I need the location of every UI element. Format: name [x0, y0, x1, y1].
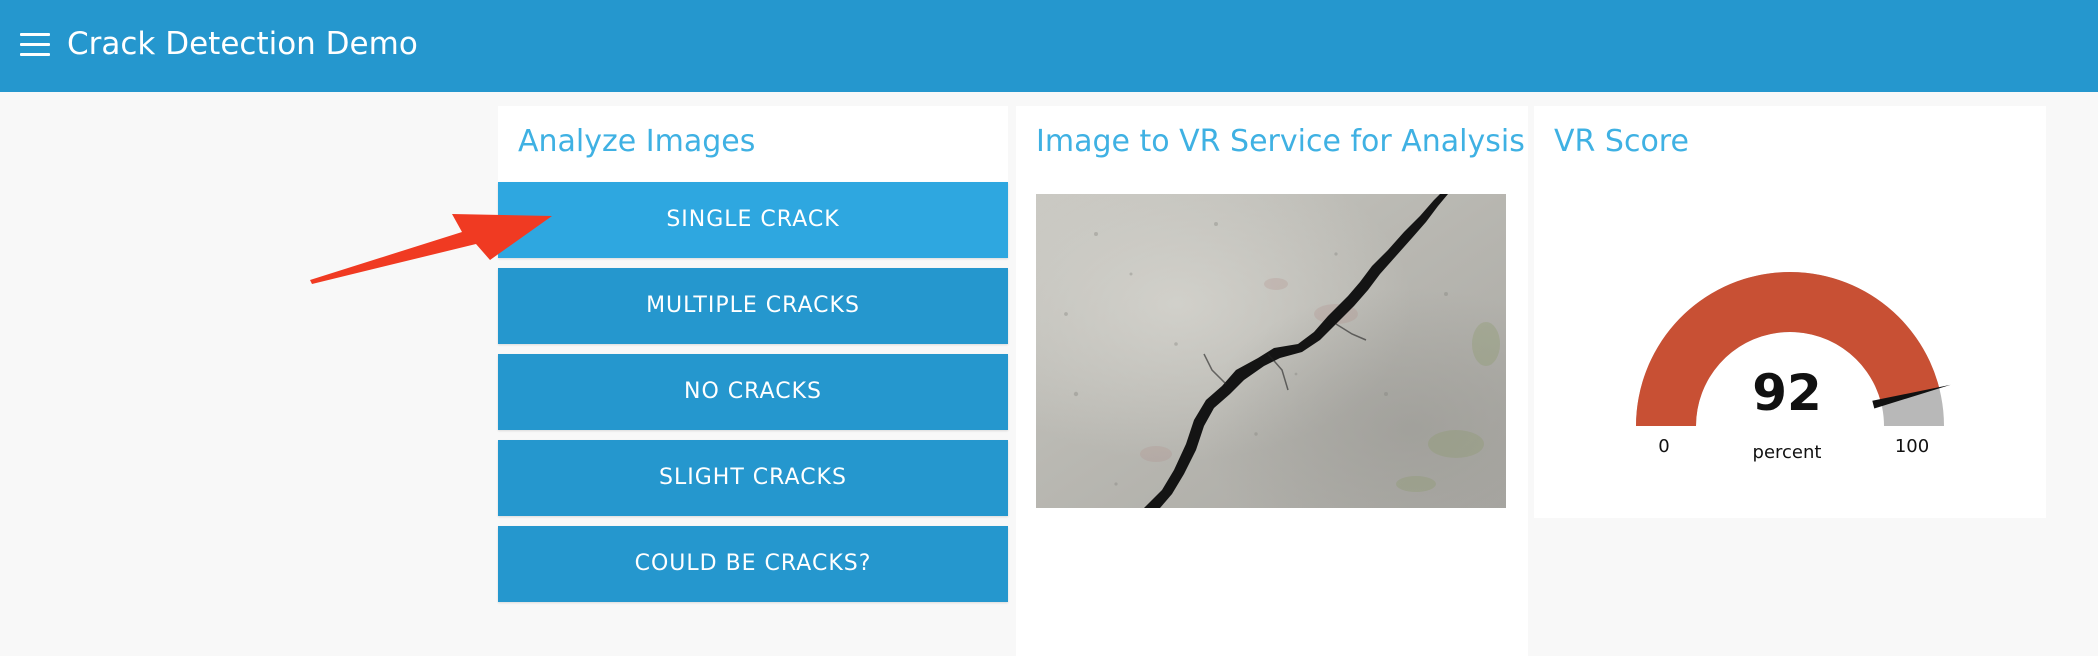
vr-score-card: VR Score 92 percent 0 100	[1534, 106, 2046, 518]
app-title: Crack Detection Demo	[67, 26, 418, 62]
analyze-card-header: Analyze Images	[498, 106, 1008, 182]
gauge-max-label: 100	[1895, 436, 1929, 457]
single-crack-button[interactable]: SINGLE CRACK	[498, 182, 1008, 258]
no-cracks-button[interactable]: NO CRACKS	[498, 354, 1008, 430]
analyze-images-card: Analyze Images SINGLE CRACK MULTIPLE CRA…	[498, 106, 1008, 656]
image-analysis-card: Image to VR Service for Analysis	[1016, 106, 1528, 656]
could-be-cracks-button[interactable]: COULD BE CRACKS?	[498, 526, 1008, 602]
gauge-value: 92	[1752, 364, 1822, 422]
gauge-units: percent	[1753, 442, 1822, 463]
image-panel-title: Image to VR Service for Analysis	[1036, 124, 1525, 159]
analyze-images-title: Analyze Images	[518, 124, 756, 159]
gauge-min-label: 0	[1658, 436, 1669, 457]
hamburger-menu-icon[interactable]	[20, 33, 50, 57]
pointer-arrow-icon	[310, 214, 552, 284]
top-app-bar: Crack Detection Demo	[0, 0, 2098, 92]
concrete-crack-image	[1036, 194, 1506, 508]
slight-cracks-button[interactable]: SLIGHT CRACKS	[498, 440, 1008, 516]
vr-score-gauge: 92 percent 0 100	[1636, 271, 1951, 463]
multiple-cracks-button[interactable]: MULTIPLE CRACKS	[498, 268, 1008, 344]
